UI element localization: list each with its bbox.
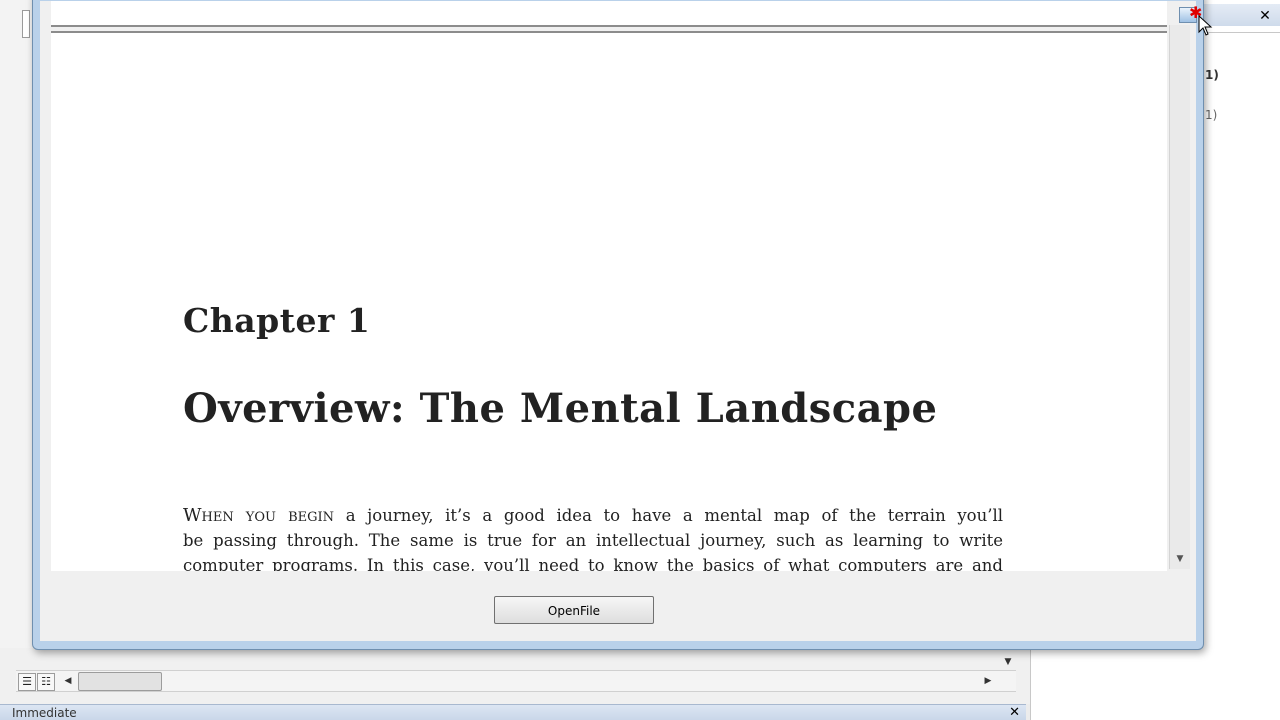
scroll-left-icon[interactable]: ◀ [60,673,76,689]
ide-margin-marker [22,10,30,38]
paragraph-line: computer programs. In this case, you’ll … [183,556,1003,571]
chapter-title: Overview: The Mental Landscape [183,385,938,432]
userform-client-area: Chapter 1 Overview: The Mental Landscape… [40,1,1196,641]
close-icon[interactable]: ✕ [1257,8,1273,24]
ide-side-panel-lower [1030,648,1203,720]
full-module-view-icon[interactable]: ☷ [37,673,55,691]
code-scroll-down-icon[interactable]: ▼ [1000,654,1016,670]
userform-window: Chapter 1 Overview: The Mental Landscape… [32,0,1213,650]
scroll-down-icon[interactable]: ▼ [1172,551,1188,567]
code-horizontal-scrollbar[interactable]: ☰ ☷ ◀ ▶ [16,670,1016,692]
chapter-paragraph: When you begin a journey, it’s a good id… [183,503,1003,571]
immediate-window-title: Immediate [12,706,77,720]
paragraph-text: a journey, it’s a good idea to have a me… [334,506,1004,525]
scroll-right-icon[interactable]: ▶ [980,673,996,689]
ide-panel-item[interactable]: 1) [1205,108,1217,122]
scrollbar-thumb[interactable] [78,672,162,691]
ide-panel-item[interactable]: 1) [1205,68,1219,82]
open-file-button[interactable]: OpenFile [494,596,654,624]
ide-panel-divider [1203,32,1280,33]
paragraph-line: be passing through. The same is true for… [183,531,1003,550]
screen: ✕ 1) 1) ▼ ☰ ☷ ◀ ▶ Immediate ✕ Chapter 1 … [0,0,1280,720]
paragraph-line: When you begin a journey, it’s a good id… [183,503,1003,528]
immediate-window-titlebar: Immediate ✕ [0,704,1026,720]
ide-code-pane-edge [0,0,35,668]
ide-panel-titlebar: ✕ [1203,4,1280,26]
procedure-view-icon[interactable]: ☰ [18,673,36,691]
ide-properties-panel: ✕ 1) 1) [1202,0,1280,720]
document-viewer-top [51,1,1167,27]
close-icon[interactable]: ✕ [1009,705,1020,720]
paragraph-lead: When you begin [183,505,335,526]
document-viewer[interactable]: Chapter 1 Overview: The Mental Landscape… [51,31,1167,571]
chapter-label: Chapter 1 [183,301,371,340]
document-vertical-scrollbar[interactable]: ▼ [1169,25,1190,569]
mouse-pointer-icon [1198,14,1213,36]
